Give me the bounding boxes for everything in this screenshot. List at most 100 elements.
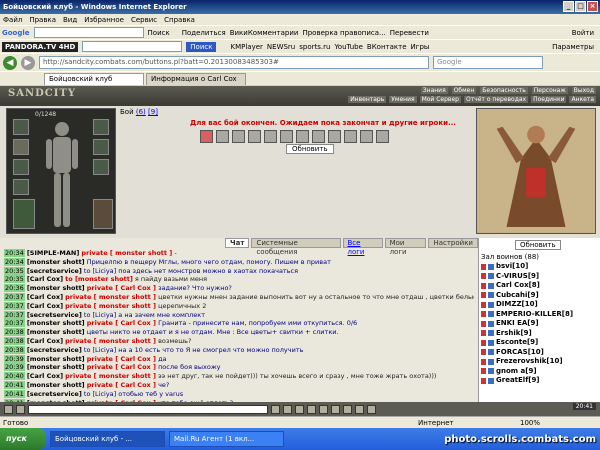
tab-carl-cox-info[interactable]: Информация о Carl Cox: [146, 73, 246, 85]
online-user[interactable]: Frezerovshik[10]: [481, 357, 599, 367]
browser-search-input[interactable]: Google: [433, 56, 543, 69]
fighter-icon[interactable]: [296, 130, 309, 143]
chat-private-target[interactable]: private [ monster shott ]: [81, 249, 172, 257]
private-message-icon[interactable]: [481, 339, 486, 346]
menu-transfers[interactable]: Отчёт о переводах: [463, 96, 529, 103]
toolbar-youtube[interactable]: YouTube: [334, 43, 362, 51]
chat-nick[interactable]: [monster shott]: [27, 363, 85, 371]
online-user[interactable]: C-VIRUS[9]: [481, 272, 599, 282]
menu-edit[interactable]: Правка: [29, 16, 56, 24]
wikicomments-button[interactable]: ВикиКомментарии: [230, 29, 299, 37]
chat-nick[interactable]: [secretservice]: [27, 390, 82, 398]
maximize-button[interactable]: □: [575, 1, 586, 12]
menu-security[interactable]: Безопасность: [480, 87, 528, 94]
fighter-icon[interactable]: [312, 130, 325, 143]
pandora-search-input[interactable]: [82, 41, 183, 52]
fighter-icon[interactable]: [232, 130, 245, 143]
chat-private-target[interactable]: private [ monster shott ]: [65, 337, 156, 345]
chat-private-target[interactable]: private [ Carl Cox ]: [87, 284, 156, 292]
equip-slot-shield[interactable]: [93, 159, 109, 175]
start-button[interactable]: пуск: [0, 428, 46, 450]
chat-tool-icon[interactable]: [367, 404, 376, 414]
private-message-icon[interactable]: [481, 311, 486, 318]
fighter-icon[interactable]: [360, 130, 373, 143]
online-user[interactable]: DIMZZ[10]: [481, 300, 599, 310]
equip-slot-ring[interactable]: [93, 119, 109, 135]
menu-character[interactable]: Персонаж: [531, 87, 568, 94]
chat-nick[interactable]: [Carl Cox]: [27, 302, 63, 310]
chat-nick[interactable]: [monster shott]: [27, 258, 85, 266]
fighter-icon[interactable]: [344, 130, 357, 143]
fighter-icon[interactable]: [328, 130, 341, 143]
fighter-icon[interactable]: [280, 130, 293, 143]
forward-icon[interactable]: ▶: [21, 55, 35, 70]
minimize-button[interactable]: _: [563, 1, 574, 12]
chat-nick[interactable]: [Carl Cox]: [27, 337, 63, 345]
battle-refresh-button[interactable]: Обновить: [286, 144, 334, 154]
tab-all-logs[interactable]: Все логи: [342, 238, 383, 256]
equip-slot-weapon[interactable]: [13, 139, 29, 155]
chat-nick[interactable]: [Carl Cox]: [27, 372, 63, 380]
online-user[interactable]: Esconte[9]: [481, 338, 599, 348]
chat-tool-icon[interactable]: [4, 404, 13, 414]
zoom-level[interactable]: 100%: [520, 419, 540, 427]
toolbar-kmplayer[interactable]: KMPlayer: [230, 43, 262, 51]
online-user-name[interactable]: GreatElf[9]: [496, 376, 540, 386]
toolbar-vkontakte[interactable]: ВКонтакте: [367, 43, 407, 51]
menu-help[interactable]: Справка: [164, 16, 195, 24]
online-user[interactable]: EMPERIO-KILLER[8]: [481, 310, 599, 320]
menu-exit[interactable]: Выход: [571, 87, 596, 94]
chat-private-target[interactable]: private [ Carl Cox ]: [87, 319, 156, 327]
equip-slot-helmet[interactable]: [13, 119, 29, 135]
private-message-icon[interactable]: [481, 377, 486, 384]
chat-nick[interactable]: [secretservice]: [27, 346, 82, 354]
fighter-icon[interactable]: [216, 130, 229, 143]
online-user-name[interactable]: FORCAS[10]: [496, 348, 544, 358]
private-message-icon[interactable]: [481, 330, 486, 337]
fighter-icon[interactable]: [248, 130, 261, 143]
google-search-button[interactable]: Поиск: [148, 29, 170, 37]
private-message-icon[interactable]: [481, 358, 486, 365]
private-message-icon[interactable]: [481, 320, 486, 327]
menu-view[interactable]: Вид: [63, 16, 77, 24]
online-user[interactable]: GreatElf[9]: [481, 376, 599, 386]
chat-private-target[interactable]: private [ monster shott ]: [65, 293, 156, 301]
chat-private-target[interactable]: private [ monster shott ]: [65, 372, 156, 380]
tab-my-logs[interactable]: Мои логи: [384, 238, 427, 256]
window-titlebar[interactable]: Бойцовский клуб - Windows Internet Explo…: [0, 0, 600, 14]
chat-nick[interactable]: [secretservice]: [27, 267, 82, 275]
google-search-input[interactable]: [33, 27, 144, 38]
fighter-icon[interactable]: [200, 130, 213, 143]
pandora-search-button[interactable]: Поиск: [186, 41, 217, 52]
spellcheck-button[interactable]: Проверка правописа...: [302, 29, 385, 37]
online-user[interactable]: bsvi[10]: [481, 262, 599, 272]
taskbar-item-mailru[interactable]: Mail.Ru Агент (1 вкл...: [169, 431, 284, 447]
online-user[interactable]: FORCAS[10]: [481, 348, 599, 358]
private-message-icon[interactable]: [481, 349, 486, 356]
chat-nick[interactable]: [secretservice]: [27, 311, 82, 319]
online-refresh-button[interactable]: Обновить: [515, 240, 561, 250]
private-message-icon[interactable]: [481, 301, 486, 308]
chat-tool-icon[interactable]: [307, 404, 316, 414]
equip-slot-cloak[interactable]: [13, 199, 35, 229]
private-message-icon[interactable]: [481, 263, 486, 270]
chat-private-target[interactable]: private [ Carl Cox ]: [87, 355, 156, 363]
chat-tool-icon[interactable]: [295, 404, 304, 414]
online-user-name[interactable]: bsvi[10]: [496, 262, 528, 272]
private-message-icon[interactable]: [481, 292, 486, 299]
chat-tool-icon[interactable]: [331, 404, 340, 414]
back-icon[interactable]: ◀: [3, 55, 17, 70]
fighter-icon[interactable]: [376, 130, 389, 143]
chat-tool-icon[interactable]: [343, 404, 352, 414]
online-user-name[interactable]: Frezerovshik[10]: [496, 357, 563, 367]
chat-nick[interactable]: [SIMPLE-MAN]: [27, 249, 80, 257]
menu-exchange[interactable]: Обмен: [451, 87, 477, 94]
tab-fight-club[interactable]: Бойцовский клуб: [44, 73, 144, 85]
share-button[interactable]: Поделиться: [182, 29, 226, 37]
online-user[interactable]: gnom a[9]: [481, 367, 599, 377]
chat-tool-icon[interactable]: [16, 404, 25, 414]
online-user-name[interactable]: Cubcahi[9]: [496, 291, 539, 301]
chat-nick[interactable]: [Carl Cox]: [27, 293, 63, 301]
tab-chat[interactable]: Чат: [225, 238, 250, 248]
toolbar-sportsru[interactable]: sports.ru: [299, 43, 330, 51]
